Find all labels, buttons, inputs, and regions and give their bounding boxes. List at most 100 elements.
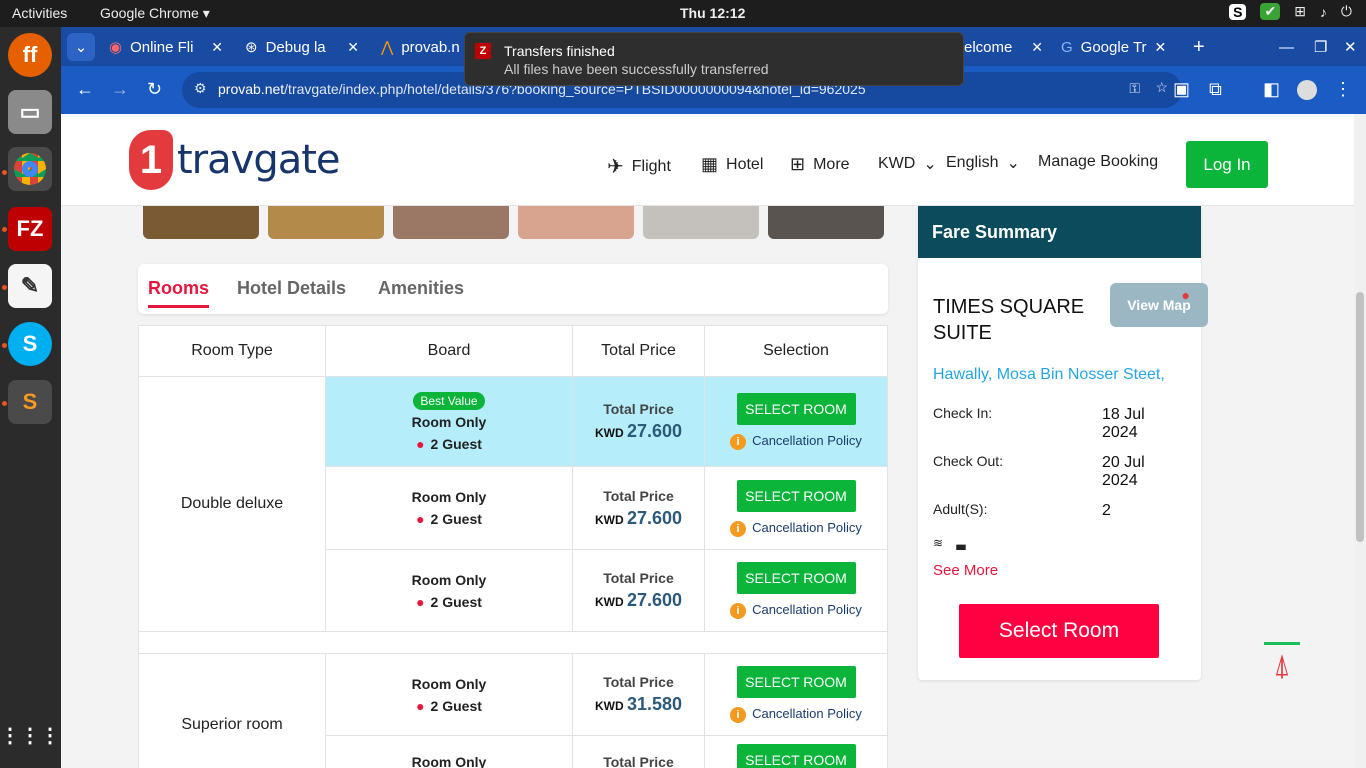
password-key-icon[interactable]: ⚿ — [1129, 80, 1140, 97]
system-topbar: Activities Google Chrome ▾ Thu 12:12 S ✔… — [0, 0, 1366, 27]
media-icon[interactable]: ▣ — [1173, 79, 1190, 100]
see-more-link[interactable]: See More — [933, 562, 998, 579]
browser-tab[interactable]: G Google Tr ✕ — [1053, 33, 1171, 61]
maximize-button[interactable]: ❐ — [1306, 33, 1334, 61]
price-cell: Total Price — [572, 735, 705, 768]
forward-button[interactable]: → — [111, 79, 129, 100]
bed-icon: ▃ — [956, 536, 966, 550]
select-room-button[interactable]: SELECT ROOM — [736, 562, 856, 594]
tab-hotel-details[interactable]: Hotel Details — [237, 278, 346, 299]
page-scrollbar[interactable] — [1354, 114, 1366, 768]
checkout-value: 20 Jul 2024 — [1102, 454, 1145, 489]
browser-tab[interactable]: ◉ Online Fli ✕ — [101, 33, 231, 61]
filezilla-icon: Z — [475, 43, 491, 59]
browser-tab[interactable]: ⊛ Debug la ✕ — [237, 33, 367, 61]
bookmark-star-icon[interactable]: ☆ — [1155, 79, 1168, 96]
info-icon: i — [730, 707, 747, 723]
tab-search-button[interactable]: ⌄ — [67, 33, 95, 61]
login-button[interactable]: Log In — [1186, 141, 1268, 188]
info-icon: i — [730, 520, 747, 537]
selection-cell: SELECT ROOM i Cancellation Policy — [704, 466, 888, 550]
system-tray[interactable]: S ✔ ⊞ ♪ ⏻ — [1229, 3, 1352, 20]
sidepanel-icon[interactable]: ◧ — [1263, 79, 1280, 100]
reload-button[interactable]: ↻ — [147, 79, 162, 100]
nav-hotel[interactable]: ▦ Hotel — [701, 154, 763, 175]
power-icon[interactable]: ⏻ — [1341, 3, 1352, 20]
column-header: Selection — [704, 325, 888, 377]
app-menu[interactable]: Google Chrome ▾ — [100, 5, 210, 22]
site-header: 1 travgate ✈ Flight ▦ Hotel ⊞ More KWD ⌄ Eng… — [61, 114, 1354, 206]
network-icon[interactable]: ⊞ — [1294, 3, 1306, 20]
board-cell: Room Only ● 2 Guest — [325, 549, 573, 632]
currency-select[interactable]: KWD ⌄ — [878, 154, 937, 174]
select-room-button[interactable]: SELECT ROOM — [736, 744, 856, 768]
app-grid-icon[interactable]: ⋮⋮⋮ — [0, 713, 60, 757]
view-map-button[interactable]: View Map ● — [1110, 283, 1208, 327]
best-value-badge: Best Value — [413, 391, 485, 410]
extensions-icon[interactable]: ⧉ — [1209, 79, 1222, 100]
close-icon[interactable]: ✕ — [1031, 39, 1043, 56]
plane-icon: ✈ — [607, 156, 624, 178]
travgate-logo[interactable]: 1 travgate — [129, 130, 341, 190]
clock[interactable]: Thu 12:12 — [680, 5, 745, 21]
sublime-icon[interactable]: S — [8, 380, 52, 424]
language-select[interactable]: English ⌄ — [946, 153, 1020, 173]
site-info-icon[interactable]: ⚙ — [194, 80, 207, 97]
notification-toast[interactable]: Z Transfers finished All files have been… — [464, 32, 964, 86]
checkin-value: 18 Jul 2024 — [1102, 406, 1145, 441]
selection-cell: SELECT ROOM i Cancellation Policy — [704, 653, 888, 736]
cancellation-policy-link[interactable]: i Cancellation Policy — [705, 706, 887, 723]
cancellation-policy-link[interactable]: i Cancellation Policy — [705, 602, 887, 619]
close-icon[interactable]: ✕ — [211, 39, 223, 56]
chevron-down-icon: ⌄ — [923, 156, 937, 173]
chrome-menu-icon[interactable]: ⋮ — [1334, 79, 1352, 100]
check-tray-icon[interactable]: ✔ — [1260, 3, 1281, 20]
chrome-icon[interactable] — [8, 147, 52, 191]
activities-button[interactable]: Activities — [12, 5, 67, 21]
select-room-button[interactable]: SELECT ROOM — [736, 393, 856, 425]
webpage: 1 travgate ✈ Flight ▦ Hotel ⊞ More KWD ⌄ Eng… — [61, 114, 1354, 768]
profile-avatar[interactable] — [1297, 80, 1317, 100]
firefox-icon[interactable]: ff — [8, 33, 52, 77]
board-cell: Room Only ● 2 Guest — [325, 653, 573, 736]
select-room-button[interactable]: SELECT ROOM — [736, 666, 856, 698]
browser-tab[interactable]: ⋀ provab.n — [373, 33, 473, 61]
close-icon[interactable]: ✕ — [347, 39, 359, 56]
wifi-icon: ≋ — [933, 536, 944, 550]
new-tab-button[interactable]: + — [1185, 33, 1213, 61]
select-room-button[interactable]: SELECT ROOM — [736, 479, 856, 512]
browser-tab[interactable]: elcome ✕ — [956, 33, 1051, 61]
hotel-address[interactable]: Hawally, Mosa Bin Nosser Steet, — [933, 366, 1165, 384]
tab-favicon-icon: ⊛ — [245, 39, 258, 56]
volume-icon[interactable]: ♪ — [1320, 4, 1327, 20]
close-icon[interactable]: ✕ — [1155, 39, 1167, 56]
nav-flight[interactable]: ✈ Flight — [607, 154, 671, 179]
text-editor-icon[interactable]: ✎ — [8, 264, 52, 308]
select-room-button[interactable]: Select Room — [959, 604, 1159, 658]
tab-amenities[interactable]: Amenities — [378, 278, 464, 299]
cancellation-policy-link[interactable]: i Cancellation Policy — [705, 433, 887, 450]
tab-rooms[interactable]: Rooms — [148, 278, 210, 308]
skype-tray-icon[interactable]: S — [1229, 3, 1247, 20]
document-plus-icon: ⊞ — [790, 154, 806, 174]
price-cell: Total Price KWD 27.600 — [572, 466, 705, 550]
files-icon[interactable]: ▭ — [8, 90, 52, 134]
close-window-button[interactable]: ✕ — [1336, 33, 1364, 61]
nav-more[interactable]: ⊞ More — [790, 154, 850, 175]
board-cell: Room Only — [325, 735, 573, 768]
skype-icon[interactable]: S — [8, 322, 52, 366]
price-cell: Total Price KWD 27.600 — [572, 549, 705, 632]
filezilla-icon[interactable]: FZ — [8, 207, 52, 251]
back-button[interactable]: ← — [76, 79, 94, 100]
scroll-to-top-icon[interactable]: ⍋ — [1260, 642, 1304, 688]
minimize-button[interactable]: — — [1271, 33, 1299, 61]
building-icon: ▦ — [701, 154, 719, 174]
manage-booking-link[interactable]: Manage Booking — [1038, 153, 1158, 171]
person-icon: ● — [416, 511, 425, 527]
selection-cell: SELECT ROOM — [704, 735, 888, 768]
tab-favicon-icon: ⋀ — [381, 39, 394, 56]
room-tabs: Rooms Hotel Details Amenities — [138, 264, 888, 314]
cancellation-policy-link[interactable]: i Cancellation Policy — [705, 520, 887, 537]
map-pin-icon: ● — [1181, 287, 1190, 303]
column-header: Board — [325, 325, 573, 377]
